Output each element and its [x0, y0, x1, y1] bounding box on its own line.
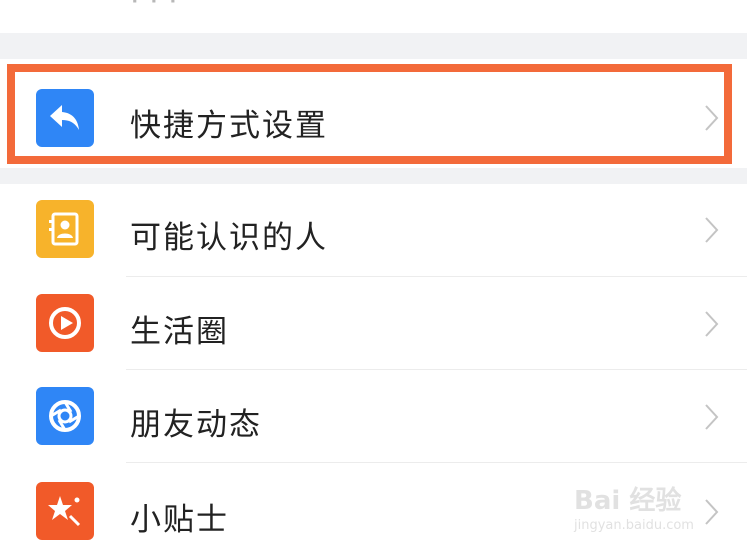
aperture-icon [36, 387, 94, 445]
settings-item-label: 朋友动态 [130, 407, 262, 443]
settings-item-tips[interactable]: 小贴士 [0, 463, 747, 556]
settings-item-label: 快捷方式设置 [130, 108, 328, 144]
chevron-right-icon [705, 105, 719, 131]
settings-item-life-circle[interactable]: 生活圈 [0, 277, 747, 370]
previous-item-partial: · · · [0, 0, 747, 33]
settings-item-label: 小贴士 [130, 502, 229, 538]
star-sparkle-icon [36, 482, 94, 540]
chevron-right-icon [705, 311, 719, 337]
settings-item-label: 可能认识的人 [130, 220, 328, 256]
contact-card-icon [36, 200, 94, 258]
play-ring-icon [36, 294, 94, 352]
chevron-right-icon [705, 217, 719, 243]
reply-arrow-icon [36, 89, 94, 147]
settings-item-shortcut[interactable]: 快捷方式设置 [0, 70, 747, 163]
previous-item-text: · · · [130, 0, 178, 19]
settings-item-people-you-may-know[interactable]: 可能认识的人 [0, 184, 747, 277]
settings-screen: · · · 快捷方式设置 可能认识的人 生活圈 朋友动态 小贴士 Bai 经验 … [0, 0, 747, 557]
chevron-right-icon [705, 499, 719, 525]
chevron-right-icon [705, 404, 719, 430]
section-gap-top [0, 33, 747, 59]
settings-item-friend-updates[interactable]: 朋友动态 [0, 370, 747, 463]
settings-item-label: 生活圈 [130, 314, 229, 350]
